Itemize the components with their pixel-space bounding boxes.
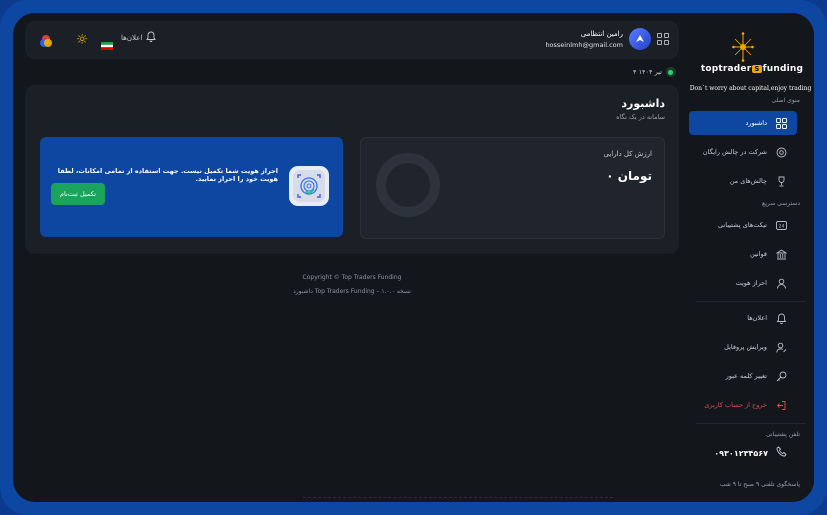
- quick-access-title: دسترسی سریع: [762, 200, 800, 207]
- sidebar-item-label: تغییر کلمه عبور: [725, 372, 767, 380]
- brand-logo[interactable]: toptrader Sfunding Don`t worry about capi…: [689, 27, 814, 92]
- bell-icon: [775, 312, 787, 324]
- sidebar-divider: [696, 423, 806, 424]
- brand-name-right: funding: [762, 64, 804, 74]
- online-status-icon: [665, 67, 676, 77]
- user-menu[interactable]: رامین انتظامی hosseinlmh@gmail.com: [545, 28, 669, 50]
- sidebar-item-label: احراز هویت: [735, 279, 767, 287]
- brand-mark-icon: [732, 32, 754, 62]
- fingerprint-scan-icon: [289, 166, 329, 206]
- sidebar-item-label: چالش‌های من: [729, 177, 767, 185]
- current-date: ۴ تیر ۱۴۰۴: [633, 68, 662, 76]
- sidebar: toptrader Sfunding Don`t worry about capi…: [689, 13, 814, 502]
- sidebar-item-support-tickets[interactable]: تیکت‌های پشتیبانی 24: [689, 213, 797, 237]
- dashboard-panel: داشبورد سامانه در یک نگاه ارزش کل دارایی…: [25, 85, 679, 254]
- sidebar-item-change-password[interactable]: تغییر کلمه عبور: [689, 364, 797, 388]
- sidebar-item-label: خروج از حساب کاربری: [704, 401, 767, 409]
- user-info: رامین انتظامی hosseinlmh@gmail.com: [545, 30, 623, 49]
- user-edit-icon: [775, 341, 787, 353]
- trophy-icon: [775, 175, 787, 187]
- support-phone-number: ۰۹۳۰۱۲۳۴۵۶۷: [714, 448, 768, 458]
- assets-donut-chart: [376, 153, 440, 217]
- sidebar-item-rules[interactable]: قوانین: [689, 242, 797, 266]
- user-icon: [775, 277, 787, 289]
- sidebar-item-label: داشبورد: [745, 119, 768, 127]
- key-icon: [775, 370, 787, 382]
- sidebar-item-free-challenge[interactable]: شرکت در چالش رایگان: [689, 140, 797, 164]
- sidebar-item-my-challenges[interactable]: چالش‌های من: [689, 169, 797, 193]
- support-phone-title: تلفن پشتیبانی: [765, 431, 800, 438]
- support-hours: پاسخگوی تلفنی ۹ صبح تا ۹ شب: [719, 481, 800, 488]
- app-screen: ☼ اعلان‌ها رامین انتظامی hosseinlmh@gmai…: [13, 13, 814, 502]
- phone-icon: [776, 446, 787, 460]
- sidebar-item-label: تیکت‌های پشتیبانی: [717, 221, 767, 229]
- theme-toggle-sun-icon[interactable]: ☼: [73, 31, 91, 49]
- footer-copyright: Copyright © Top Traders Funding: [302, 274, 402, 281]
- brand-badge: S: [752, 65, 762, 73]
- page-title: داشبورد: [621, 97, 665, 110]
- total-assets-card: ارزش کل دارایی ۰ تومان: [360, 137, 665, 239]
- page-subtitle: سامانه در یک نگاه: [616, 113, 665, 121]
- kyc-message: احراز هویت شما تکمیل نیست. جهت استفاده ا…: [57, 167, 278, 183]
- total-assets-value: ۰ تومان: [606, 169, 652, 183]
- color-wheel-icon[interactable]: [39, 33, 53, 47]
- support-phone-link[interactable]: ۰۹۳۰۱۲۳۴۵۶۷: [689, 446, 797, 460]
- bank-icon: [775, 248, 787, 260]
- sidebar-item-label: اعلان‌ها: [747, 314, 767, 322]
- sidebar-item-dashboard[interactable]: داشبورد: [689, 111, 797, 135]
- bottom-divider: [303, 497, 613, 500]
- sidebar-item-label: ویرایش پروفایل: [724, 343, 767, 351]
- notifications-button[interactable]: اعلان‌ها: [121, 31, 157, 45]
- kyc-alert-card: احراز هویت شما تکمیل نیست. جهت استفاده ا…: [40, 137, 343, 237]
- bell-icon: [146, 31, 157, 45]
- sidebar-item-edit-profile[interactable]: ویرایش پروفایل: [689, 335, 797, 359]
- sidebar-divider: [696, 301, 806, 302]
- ticket-icon: 24: [775, 219, 787, 231]
- sidebar-item-label: شرکت در چالش رایگان: [702, 148, 767, 156]
- grid-icon: [775, 117, 787, 129]
- notifications-label: اعلان‌ها: [121, 34, 143, 42]
- top-header: ☼ اعلان‌ها رامین انتظامی hosseinlmh@gmai…: [25, 21, 679, 59]
- iran-flag-icon[interactable]: [101, 35, 113, 50]
- sidebar-item-identity-verification[interactable]: احراز هویت: [689, 271, 797, 295]
- sidebar-item-label: قوانین: [750, 250, 767, 258]
- svg-text:24: 24: [778, 223, 784, 229]
- complete-registration-button[interactable]: تکمیل ثبت‌نام: [51, 183, 105, 205]
- device-frame: ☼ اعلان‌ها رامین انتظامی hosseinlmh@gmai…: [0, 0, 827, 515]
- user-email: hosseinlmh@gmail.com: [545, 40, 623, 49]
- sidebar-item-logout[interactable]: خروج از حساب کاربری: [689, 393, 797, 417]
- target-icon: [775, 146, 787, 158]
- total-assets-label: ارزش کل دارایی: [603, 150, 652, 158]
- logout-icon: [775, 399, 787, 411]
- logo-mark-icon: [636, 35, 644, 42]
- user-name: رامین انتظامی: [580, 29, 623, 38]
- brand-name-left: toptrader: [700, 64, 752, 74]
- brand-name: toptrader Sfunding: [697, 64, 807, 74]
- date-indicator: ۴ تیر ۱۴۰۴: [633, 67, 676, 77]
- main-menu-title: منوی اصلی: [771, 97, 800, 104]
- brand-tagline: Don`t worry about capital,enjoy trading: [689, 85, 812, 92]
- apps-grid-icon[interactable]: [657, 33, 669, 45]
- avatar[interactable]: [629, 28, 651, 50]
- sidebar-item-notifications[interactable]: اعلان‌ها: [689, 306, 797, 330]
- footer-version: داشبورد Top Traders Funding – نسخه ۱.۰.۰: [293, 288, 411, 295]
